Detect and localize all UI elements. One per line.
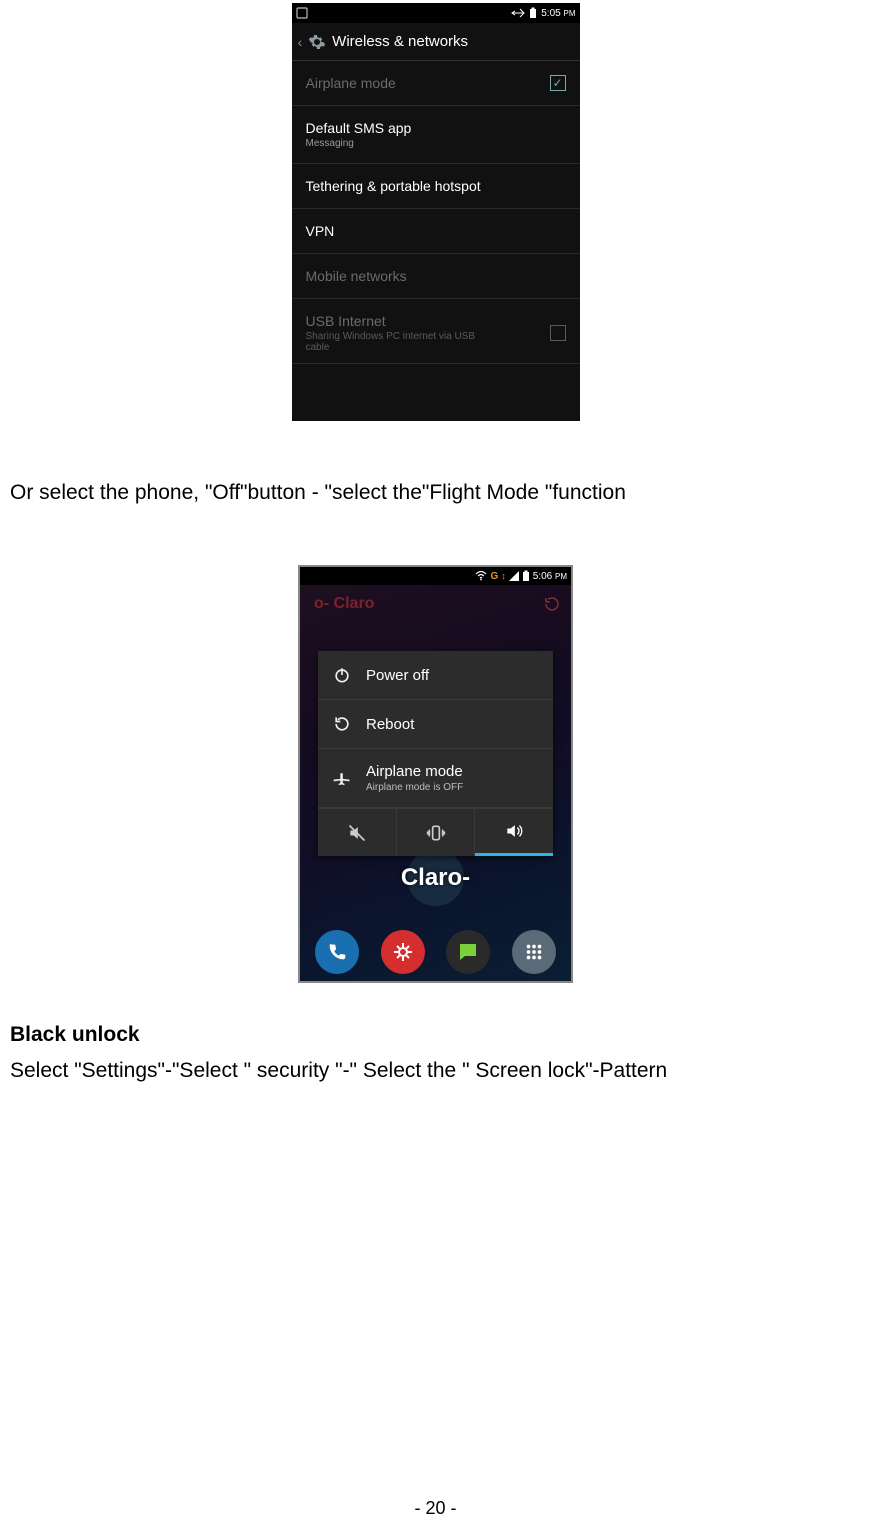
reboot-option[interactable]: Reboot xyxy=(318,700,553,749)
option-label: Reboot xyxy=(366,716,414,733)
speaker-on-icon xyxy=(504,821,524,841)
setting-label: Tethering & portable hotspot xyxy=(306,178,481,194)
airplane-mode-option[interactable]: Airplane mode Airplane mode is OFF xyxy=(318,749,553,808)
g-indicator: G xyxy=(490,571,498,582)
messaging-app-icon[interactable] xyxy=(446,930,490,974)
caption-screen-lock: Select "Settings"-"Select " security "-"… xyxy=(10,1059,861,1083)
wifi-icon xyxy=(475,571,487,581)
option-sublabel: Airplane mode is OFF xyxy=(366,782,463,793)
signal-icon xyxy=(509,571,519,581)
page-title: Wireless & networks xyxy=(332,33,468,50)
checkbox-unchecked-icon[interactable] xyxy=(550,325,566,341)
power-menu-dialog: Power off Reboot Airplane xyxy=(318,651,553,856)
volume-mode-row xyxy=(318,808,553,856)
screenshot-wireless-settings: 5:05 PM ‹ Wireless & networks Airplane m… xyxy=(292,3,580,421)
setting-label: VPN xyxy=(306,223,335,239)
sound-mode-button[interactable] xyxy=(475,809,553,856)
setting-label: Mobile networks xyxy=(306,268,407,284)
reboot-icon xyxy=(332,714,352,734)
status-notification-icon xyxy=(296,7,308,19)
settings-gear-icon xyxy=(308,33,326,51)
phone-app-icon[interactable] xyxy=(315,930,359,974)
setting-default-sms-app[interactable]: Default SMS app Messaging xyxy=(292,106,580,164)
battery-icon xyxy=(529,7,537,19)
claro-app-icon[interactable] xyxy=(381,930,425,974)
caption-flight-mode: Or select the phone, "Off"button - "sele… xyxy=(10,481,861,505)
setting-mobile-networks[interactable]: Mobile networks xyxy=(292,254,580,299)
status-bar: 5:05 PM xyxy=(292,3,580,23)
dock xyxy=(300,923,571,981)
speaker-muted-icon xyxy=(347,823,367,843)
airplane-icon xyxy=(332,768,352,788)
refresh-icon[interactable] xyxy=(543,595,561,613)
app-drawer-icon[interactable] xyxy=(512,930,556,974)
silent-mode-button[interactable] xyxy=(318,809,396,856)
setting-label: Default SMS app xyxy=(306,120,412,136)
status-time: 5:05 PM xyxy=(541,8,575,19)
setting-airplane-mode[interactable]: Airplane mode ✓ xyxy=(292,61,580,106)
section-heading: Black unlock xyxy=(10,1023,861,1047)
page-number: - 20 - xyxy=(0,1498,871,1519)
setting-sublabel: Sharing Windows PC internet via USB cabl… xyxy=(306,331,496,353)
vibrate-icon xyxy=(426,823,446,843)
browser-address-bar: o- Claro xyxy=(300,585,571,623)
option-label: Power off xyxy=(366,667,429,684)
airplane-mode-status-icon xyxy=(511,7,525,19)
status-bar: G ↕ 5:06 PM xyxy=(300,567,571,585)
screenshot-power-menu: G ↕ 5:06 PM o- Claro xyxy=(298,565,573,983)
battery-icon xyxy=(522,570,530,582)
checkbox-checked-icon[interactable]: ✓ xyxy=(550,75,566,91)
setting-label: Airplane mode xyxy=(306,75,396,91)
vibrate-mode-button[interactable] xyxy=(397,809,475,856)
setting-tethering-hotspot[interactable]: Tethering & portable hotspot xyxy=(292,164,580,209)
status-time: 5:06 PM xyxy=(533,571,567,582)
setting-usb-internet[interactable]: USB Internet Sharing Windows PC internet… xyxy=(292,299,580,364)
setting-label: USB Internet xyxy=(306,313,496,329)
power-off-option[interactable]: Power off xyxy=(318,651,553,700)
power-icon xyxy=(332,665,352,685)
setting-vpn[interactable]: VPN xyxy=(292,209,580,254)
option-label: Airplane mode xyxy=(366,763,463,780)
setting-sublabel: Messaging xyxy=(306,138,412,149)
back-chevron-icon[interactable]: ‹ xyxy=(298,34,303,50)
data-arrows-icon: ↕ xyxy=(501,571,506,581)
wallpaper-brand-text: Claro- xyxy=(300,864,571,892)
title-bar[interactable]: ‹ Wireless & networks xyxy=(292,23,580,61)
